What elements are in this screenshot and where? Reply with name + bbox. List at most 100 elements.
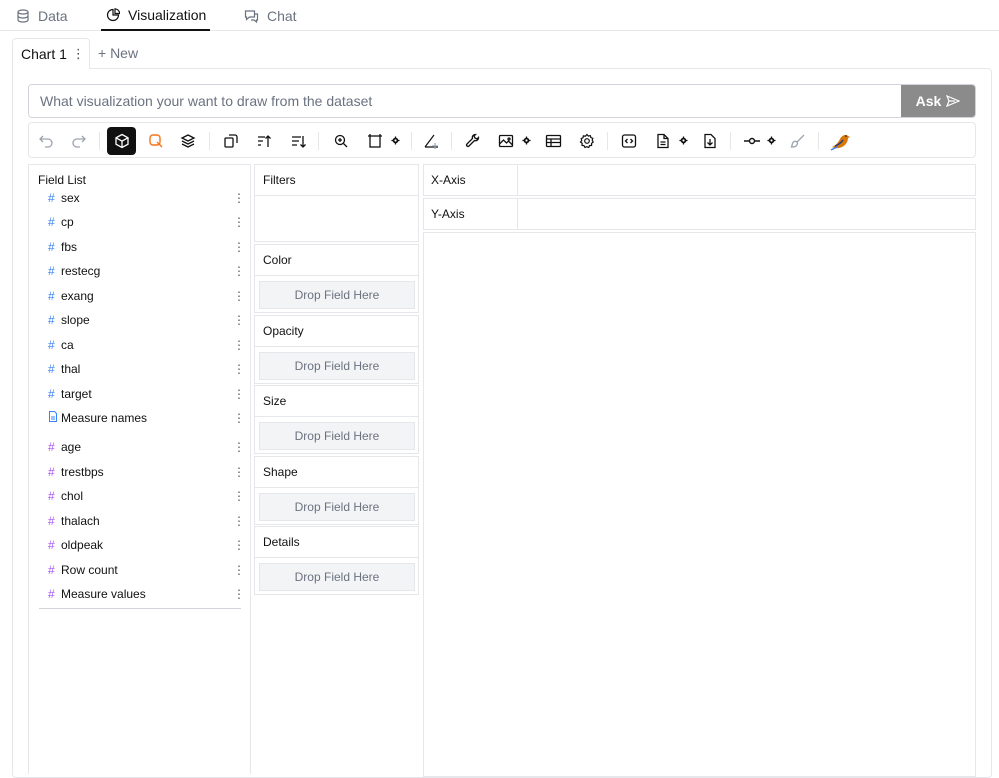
field-menu-icon[interactable]: ⋮ xyxy=(233,191,245,205)
download-icon[interactable] xyxy=(696,127,724,155)
number-type-icon: # xyxy=(48,538,55,552)
field-menu-icon[interactable]: ⋮ xyxy=(233,465,245,479)
transpose-icon[interactable] xyxy=(217,127,245,155)
brush-icon[interactable] xyxy=(784,127,812,155)
settings-icon[interactable] xyxy=(573,127,601,155)
redo-icon[interactable] xyxy=(65,127,93,155)
field-menu-icon[interactable]: ⋮ xyxy=(233,514,245,528)
field-item-restecg[interactable]: # restecg ⋮ xyxy=(38,260,245,282)
chart-tab-menu-icon[interactable]: ⋮ xyxy=(72,46,85,62)
encoding-opacity: Opacity Drop Field Here xyxy=(254,315,419,384)
field-item-age[interactable]: # age ⋮ xyxy=(38,436,245,458)
y-axis-shelf[interactable]: Y-Axis xyxy=(423,198,976,230)
field-item-measure-values[interactable]: # Measure values ⋮ xyxy=(38,583,245,605)
chart-tab[interactable]: Chart 1 ⋮ xyxy=(12,38,90,69)
toolbar-divider xyxy=(318,132,319,150)
table-icon[interactable] xyxy=(539,127,567,155)
field-name: thalach xyxy=(61,514,100,528)
field-list-title: Field List xyxy=(38,173,87,187)
link-icon[interactable] xyxy=(738,127,766,155)
toolbar-divider xyxy=(99,132,100,150)
field-menu-icon[interactable]: ⋮ xyxy=(233,489,245,503)
undo-icon[interactable] xyxy=(32,127,60,155)
field-menu-icon[interactable]: ⋮ xyxy=(233,387,245,401)
field-menu-icon[interactable]: ⋮ xyxy=(233,440,245,454)
field-menu-icon[interactable]: ⋮ xyxy=(233,411,245,425)
drop-zone[interactable]: Drop Field Here xyxy=(259,422,415,450)
bird-logo-icon[interactable] xyxy=(826,127,854,155)
field-item-chol[interactable]: # chol ⋮ xyxy=(38,485,245,507)
field-item-measure-names[interactable]: Measure names ⋮ xyxy=(38,407,245,429)
tab-chat[interactable]: Chat xyxy=(244,0,297,31)
field-item-ca[interactable]: # ca ⋮ xyxy=(38,334,245,356)
field-item-target[interactable]: # target ⋮ xyxy=(38,383,245,405)
chart-canvas[interactable] xyxy=(423,232,976,777)
tab-data[interactable]: Data xyxy=(16,0,68,31)
field-menu-icon[interactable]: ⋮ xyxy=(233,538,245,552)
tab-visualization[interactable]: Visualization xyxy=(101,0,210,31)
number-type-icon: # xyxy=(48,289,55,303)
filters-shelf[interactable]: Filters xyxy=(254,164,419,242)
field-item-exang[interactable]: # exang ⋮ xyxy=(38,285,245,307)
pie-chart-icon xyxy=(106,7,120,22)
field-menu-icon[interactable]: ⋮ xyxy=(233,313,245,327)
lasso-icon[interactable] xyxy=(142,127,170,155)
drop-zone[interactable]: Drop Field Here xyxy=(259,352,415,380)
gear-icon[interactable] xyxy=(678,135,688,145)
encoding-details: Details Drop Field Here xyxy=(254,526,419,595)
field-item-thalach[interactable]: # thalach ⋮ xyxy=(38,510,245,532)
drop-zone[interactable]: Drop Field Here xyxy=(259,281,415,309)
code-icon[interactable] xyxy=(615,127,643,155)
wrench-icon[interactable] xyxy=(459,127,487,155)
number-type-icon: # xyxy=(48,264,55,278)
toolbar-divider xyxy=(451,132,452,150)
field-menu-icon[interactable]: ⋮ xyxy=(233,587,245,601)
drop-zone[interactable]: Drop Field Here xyxy=(259,563,415,591)
drop-zone[interactable]: Drop Field Here xyxy=(259,493,415,521)
field-menu-icon[interactable]: ⋮ xyxy=(233,289,245,303)
cube-icon[interactable] xyxy=(107,127,136,155)
field-item-trestbps[interactable]: # trestbps ⋮ xyxy=(38,461,245,483)
sort-descending-icon[interactable] xyxy=(284,127,312,155)
field-item-sex[interactable]: # sex ⋮ xyxy=(38,187,245,209)
field-list-divider xyxy=(39,608,241,609)
gear-icon[interactable] xyxy=(521,135,531,145)
sort-ascending-icon[interactable] xyxy=(250,127,278,155)
field-name: target xyxy=(61,387,92,401)
number-type-icon: # xyxy=(48,338,55,352)
field-item-row-count[interactable]: # Row count ⋮ xyxy=(38,559,245,581)
toolbar-divider xyxy=(209,132,210,150)
field-name: age xyxy=(61,440,82,454)
field-item-fbs[interactable]: # fbs ⋮ xyxy=(38,236,245,258)
y-axis-label: Y-Axis xyxy=(424,199,518,229)
field-item-thal[interactable]: # thal ⋮ xyxy=(38,358,245,380)
layers-icon[interactable] xyxy=(174,127,202,155)
chart-tab-label: Chart 1 xyxy=(21,46,67,62)
field-menu-icon[interactable]: ⋮ xyxy=(233,264,245,278)
field-menu-icon[interactable]: ⋮ xyxy=(233,362,245,376)
field-name: oldpeak xyxy=(61,538,104,552)
gear-icon[interactable] xyxy=(766,135,776,145)
encoding-label: Details xyxy=(255,527,418,558)
field-menu-icon[interactable]: ⋮ xyxy=(233,240,245,254)
x-axis-shelf[interactable]: X-Axis xyxy=(423,164,976,196)
field-name: fbs xyxy=(61,240,78,254)
field-menu-icon[interactable]: ⋮ xyxy=(233,215,245,229)
new-chart-button[interactable]: + New xyxy=(98,38,138,68)
field-item-oldpeak[interactable]: # oldpeak ⋮ xyxy=(38,534,245,556)
field-list: Field List # sex ⋮ # cp ⋮ # fbs ⋮ # restecg ⋮ # exang… xyxy=(28,164,251,774)
field-menu-icon[interactable]: ⋮ xyxy=(233,338,245,352)
field-item-cp[interactable]: # cp ⋮ xyxy=(38,211,245,233)
gear-icon[interactable] xyxy=(390,135,400,145)
export-file-icon[interactable] xyxy=(649,127,677,155)
field-menu-icon[interactable]: ⋮ xyxy=(233,563,245,577)
encoding-size: Size Drop Field Here xyxy=(254,385,419,454)
number-type-icon: # xyxy=(48,514,55,528)
image-icon[interactable] xyxy=(492,127,520,155)
ask-button[interactable]: Ask xyxy=(901,85,975,117)
field-item-slope[interactable]: # slope ⋮ xyxy=(38,309,245,331)
size-mode-icon[interactable] xyxy=(361,127,389,155)
zoom-icon[interactable] xyxy=(327,127,355,155)
ask-input[interactable] xyxy=(29,85,902,117)
axis-icon[interactable] xyxy=(417,127,445,155)
